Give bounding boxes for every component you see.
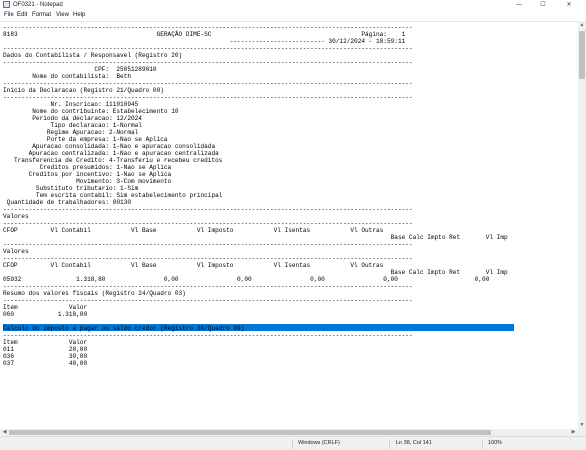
text-line: Valores: [3, 248, 29, 255]
notepad-icon: [3, 1, 10, 8]
text-line: 8183 GERAÇÃO DIME-SC Página: 1: [3, 31, 406, 38]
text-line: Regime Apuracao: 2-Normal: [3, 129, 139, 136]
text-line: ----------------------------------------…: [3, 332, 413, 339]
scroll-right-arrow-icon[interactable]: ▶: [570, 429, 577, 436]
scroll-down-arrow-icon[interactable]: ▼: [578, 421, 586, 429]
text-line: ----------------------------------------…: [3, 297, 413, 304]
text-line: Movimento: 3-Com movimento: [3, 178, 172, 185]
status-divider: [292, 439, 293, 449]
text-line: Item Valor: [3, 304, 88, 311]
menu-edit[interactable]: Edit: [17, 11, 27, 20]
text-line: Substituto tributario: 1-Sim: [3, 185, 139, 192]
text-line: Nr. Inscricao: 111010945: [3, 101, 139, 108]
text-line: ----------------------------------------…: [3, 255, 413, 262]
scroll-up-arrow-icon[interactable]: ▲: [578, 21, 586, 29]
status-zoom: 100%: [488, 440, 503, 446]
text-line: CPF: 25051289010: [3, 66, 157, 73]
text-line: Base Calc Impto Ret Vl Imp: [3, 234, 508, 241]
text-line: 037 40,00: [3, 360, 88, 367]
text-line: 060 1.318,80: [3, 311, 88, 318]
status-bar: Windows (CRLF) Ln 38, Col 141 100%: [0, 436, 586, 450]
title-bar: OF0321 - Notepad — ☐ ✕: [0, 0, 586, 10]
status-divider: [482, 439, 483, 449]
text-line: CFOP Vl Contabil Vl Base Vl Imposto Vl I…: [3, 262, 384, 269]
text-line: CFOP Vl Contabil Vl Base Vl Imposto Vl I…: [3, 227, 384, 234]
horizontal-scrollbar[interactable]: ◀ ▶: [0, 429, 578, 436]
window-title: OF0321 - Notepad: [13, 2, 63, 8]
menu-bar: File Edit Format View Help: [0, 11, 586, 20]
text-line: Nome do contribuinte: Estabelecimento 10: [3, 108, 179, 115]
text-line: Creditos presumidos: 1-Nao se Aplica: [3, 164, 172, 171]
vertical-scrollbar[interactable]: ▲ ▼: [578, 21, 586, 429]
text-editor[interactable]: ----------------------------------------…: [0, 21, 578, 429]
text-line: 011 20,00: [3, 346, 88, 353]
text-line: ----------------------------------------…: [3, 45, 413, 52]
minimize-button[interactable]: —: [508, 0, 530, 10]
text-line: Item Valor: [3, 339, 88, 346]
menu-file[interactable]: File: [4, 11, 14, 20]
text-line: ----------------------------------------…: [3, 24, 413, 31]
status-cursor-position: Ln 38, Col 141: [396, 440, 432, 446]
text-line: Calculo do imposto a pagar ou saldo cred…: [3, 325, 245, 332]
text-line: 036 30,00: [3, 353, 88, 360]
text-line: Porte da empresa: 1-Nao se Aplica: [3, 136, 168, 143]
text-line: Creditos por incentivo: 1-Nao se Aplica: [3, 171, 172, 178]
close-button[interactable]: ✕: [558, 0, 580, 10]
text-line: ----------------------------------------…: [3, 220, 413, 227]
scrollbar-corner: [578, 429, 586, 436]
text-line: Tipo declaracao: 1-Normal: [3, 122, 142, 129]
text-line: Dados do Contabilista / Responsavel (Reg…: [3, 52, 183, 59]
text-line: Apuracao centralizada: 1-Nao e apuracao …: [3, 150, 219, 157]
maximize-button[interactable]: ☐: [532, 0, 554, 10]
vertical-scroll-thumb[interactable]: [579, 31, 585, 79]
text-line: 05932 1.318,80 0,00 0,00 0,00 0,00 0,00: [3, 276, 490, 283]
text-line: Quantidade de trabalhadores: 00130: [3, 199, 131, 206]
text-line: Periodo da declaracao: 12/2024: [3, 115, 142, 122]
text-line: Apuracao consolidada: 1-Nao e apuracao c…: [3, 143, 216, 150]
text-line: -------------------------- 30/12/2024 - …: [3, 38, 406, 45]
scroll-left-arrow-icon[interactable]: ◀: [1, 429, 8, 436]
status-divider: [389, 439, 390, 449]
status-line-endings: Windows (CRLF): [298, 440, 340, 446]
text-line: Base Calc Impto Ret Vl Imp: [3, 269, 508, 276]
horizontal-scroll-thumb[interactable]: [9, 430, 491, 435]
menu-format[interactable]: Format: [32, 11, 51, 20]
selected-text-line: ----------------------------------------…: [3, 318, 413, 325]
text-line: Resumo dos valores fiscais (Registro 24/…: [3, 290, 186, 297]
menu-view[interactable]: View: [56, 11, 69, 20]
text-line: Transferencia de Credito: 4-Transferiu e…: [3, 157, 223, 164]
text-line: ----------------------------------------…: [3, 80, 413, 87]
text-line: ----------------------------------------…: [3, 283, 413, 290]
text-line: Valores: [3, 213, 29, 220]
text-line: Tem escrita contabil: Sim estabeleciment…: [3, 192, 223, 199]
text-line: ----------------------------------------…: [3, 206, 413, 213]
text-line: Nome do contabilista: Beth: [3, 73, 131, 80]
text-line: ----------------------------------------…: [3, 94, 413, 101]
text-line: Inicio da Declaracao (Registro 21/Quadro…: [3, 87, 164, 94]
text-line: ----------------------------------------…: [3, 241, 413, 248]
text-line: ----------------------------------------…: [3, 59, 413, 66]
menu-help[interactable]: Help: [73, 11, 85, 20]
